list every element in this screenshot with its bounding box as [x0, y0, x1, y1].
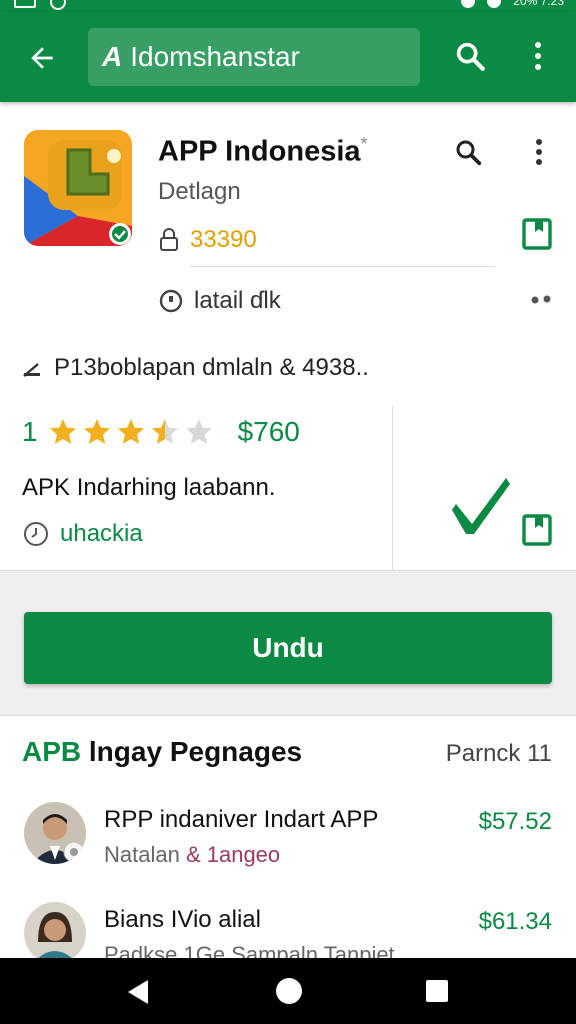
- search-icon: [456, 42, 485, 71]
- nav-home-button[interactable]: [276, 978, 302, 1004]
- list-item-price: $57.52: [478, 808, 552, 835]
- title-mark: *: [360, 134, 368, 154]
- check-icon: [452, 474, 512, 538]
- info-row: latail ɗlk: [158, 284, 281, 318]
- list-item-title: RPP indaniver Indart APP: [104, 806, 379, 833]
- sync-icon: [50, 0, 66, 10]
- back-button[interactable]: [22, 38, 62, 78]
- developer-name[interactable]: Detlagn: [158, 178, 241, 206]
- nav-back-icon: [128, 980, 148, 1004]
- tag-row[interactable]: uhackia: [22, 514, 143, 554]
- header-search-button[interactable]: [450, 134, 486, 170]
- list-item-subtitle: Padkse 1Ge Sampaln Tanpiet: [104, 942, 395, 958]
- star-icon: [185, 419, 212, 444]
- search-value: Idomshanstar: [130, 41, 300, 72]
- section-action-link[interactable]: Parnck 11: [446, 740, 552, 768]
- app-size: 33390: [190, 226, 257, 253]
- app-title: APP Indonesia*: [158, 134, 368, 168]
- info-text: latail ɗlk: [194, 287, 281, 314]
- app-bar: A Idomshanstar: [0, 12, 576, 102]
- status-bar: 20% 7:23: [0, 0, 576, 12]
- rating-number: 1: [22, 416, 38, 447]
- star-icon: [83, 419, 110, 444]
- size-row: 33390: [158, 224, 257, 256]
- divider: [190, 266, 494, 267]
- bookmark-icon: [522, 218, 552, 250]
- search-icon: [456, 140, 482, 166]
- description-row: P13boblapan dmlaln & 4938..: [22, 350, 369, 386]
- location-icon: [461, 0, 476, 8]
- info-icon: [159, 289, 183, 313]
- list-item-subtitle: Natalan & 1angeo: [104, 842, 281, 867]
- app-logo-image: [24, 130, 132, 246]
- search-prefix: A: [102, 41, 123, 72]
- nav-back-button[interactable]: [124, 978, 152, 1006]
- edit-icon: [23, 363, 40, 377]
- nav-recents-button[interactable]: [426, 980, 448, 1002]
- star-rating: [48, 417, 214, 447]
- more-vert-icon: [535, 42, 541, 70]
- clock-icon: [24, 522, 48, 546]
- list-item-price: $61.34: [478, 908, 552, 935]
- rating-row: 1 $760: [22, 412, 300, 452]
- vertical-divider: [392, 406, 393, 570]
- shield-check-icon: [112, 226, 128, 242]
- wifi-icon: [487, 0, 502, 8]
- avatar: [24, 802, 86, 864]
- star-icon: [49, 419, 76, 444]
- status-right-text: 20% 7:23: [513, 0, 564, 8]
- navigation-bar: [0, 958, 576, 1024]
- overflow-menu-button[interactable]: [520, 36, 556, 76]
- list-item[interactable]: Bians IVio alial Padkse 1Ge Sampaln Tanp…: [0, 902, 576, 958]
- lock-icon: [160, 228, 178, 251]
- wishlist-button[interactable]: [520, 216, 556, 252]
- avatar: [24, 902, 86, 958]
- section-title: APB lngay Pegnages: [22, 736, 303, 767]
- tag-text: uhackia: [60, 520, 143, 547]
- save-button[interactable]: [520, 512, 556, 548]
- app-price: $760: [237, 416, 300, 447]
- more-vert-icon: [536, 139, 542, 165]
- star-icon: [117, 419, 144, 444]
- install-button[interactable]: Undu: [24, 612, 552, 684]
- description-text: P13boblapan dmlaln & 4938..: [54, 354, 369, 381]
- bookmark-icon: [522, 514, 552, 546]
- more-dots-icon[interactable]: [528, 290, 554, 310]
- search-button[interactable]: [450, 36, 490, 76]
- list-item-title: Bians IVio alial: [104, 906, 261, 933]
- star-icon: [151, 419, 178, 444]
- list-item[interactable]: RPP indaniver Indart APP Natalan & 1ange…: [0, 802, 576, 902]
- search-input[interactable]: A Idomshanstar: [88, 28, 420, 86]
- app-icon: [24, 130, 132, 246]
- apk-description: APK Indarhing laabann.: [22, 474, 276, 501]
- back-arrow-icon: [31, 47, 53, 69]
- header-more-button[interactable]: [524, 134, 554, 170]
- notification-icon: [14, 0, 36, 8]
